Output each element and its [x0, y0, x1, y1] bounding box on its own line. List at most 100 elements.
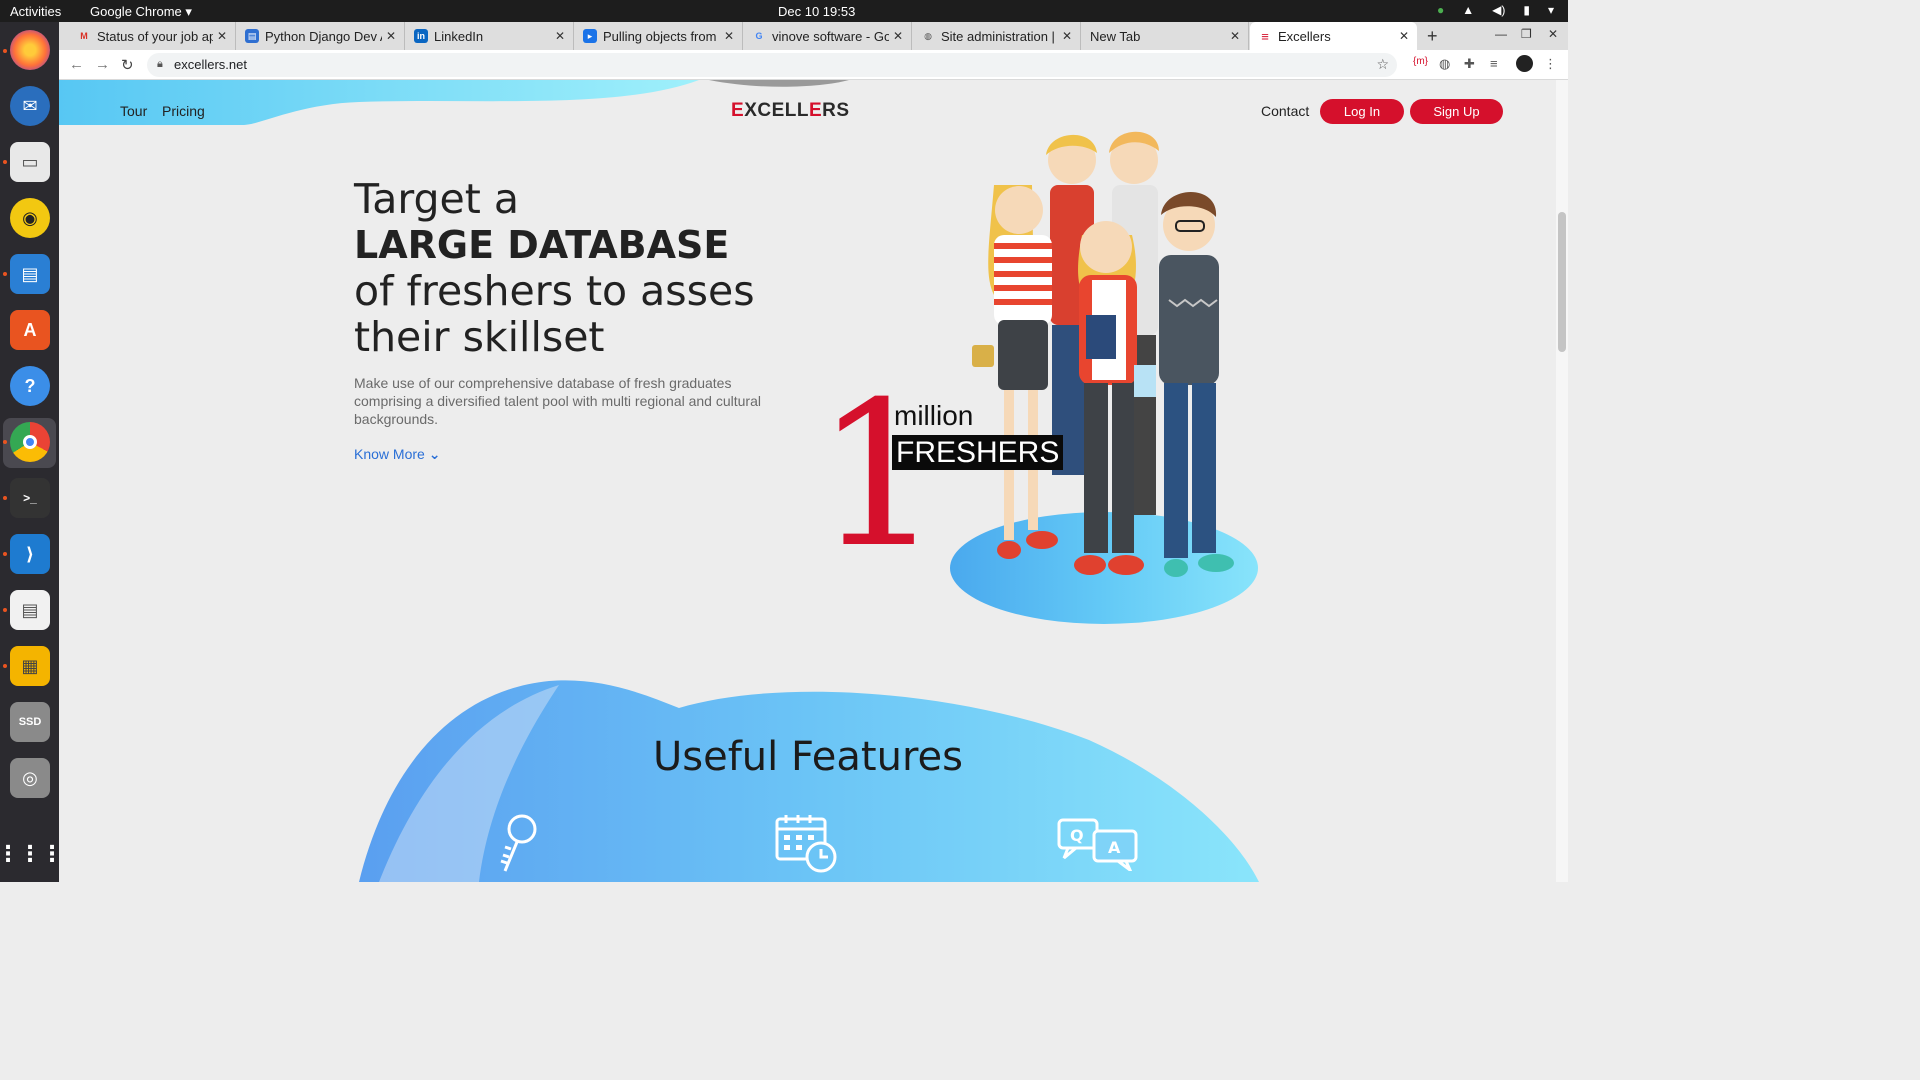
scrollbar-thumb[interactable] [1558, 212, 1566, 352]
qa-chat-icon: Q A [1057, 818, 1138, 871]
excellers-icon: ≡ [1261, 28, 1269, 44]
close-icon[interactable]: ✕ [551, 29, 569, 43]
ssd-drive-icon[interactable]: SSD [10, 702, 50, 742]
nav-tour[interactable]: Tour [120, 103, 147, 119]
app-menu[interactable]: Google Chrome ▾ [90, 4, 192, 20]
excellers-logo[interactable]: EXCELLERS [731, 100, 850, 122]
firefox-icon[interactable] [10, 30, 50, 70]
calendar-clock-icon [775, 815, 837, 873]
signup-button[interactable]: Sign Up [1410, 99, 1503, 124]
document-viewer-icon[interactable]: ▤ [10, 590, 50, 630]
page-scrollbar[interactable] [1556, 80, 1568, 882]
help-icon[interactable]: ? [10, 366, 50, 406]
disk-drive-icon[interactable]: ◎ [10, 758, 50, 798]
tab-title: Excellers [1278, 28, 1331, 44]
students-illustration [972, 131, 1234, 577]
tab-bar: M Status of your job ap ✕ ▤ Python Djang… [59, 22, 1568, 50]
tab-title: Status of your job ap [97, 28, 213, 44]
browser-toolbar: ← → ↻ 🔒︎ excellers.net ☆ {m} ◍ ✚ ≡ ⋮ [59, 50, 1568, 80]
tab-django[interactable]: ▤ Python Django Dev A ✕ [237, 22, 405, 50]
extension-icon[interactable]: ◍ [1439, 56, 1450, 72]
close-icon[interactable]: ✕ [1226, 29, 1244, 43]
menu-icon[interactable]: ⋮ [1544, 56, 1557, 72]
reload-icon[interactable]: ↻ [121, 56, 134, 74]
image-viewer-icon[interactable]: ▦ [10, 646, 50, 686]
close-icon[interactable]: ✕ [889, 29, 907, 43]
thunderbird-icon[interactable]: ✉ [10, 86, 50, 126]
extension-icon[interactable]: {m} [1413, 56, 1428, 67]
nav-pricing[interactable]: Pricing [162, 103, 205, 119]
back-icon[interactable]: ← [69, 56, 84, 73]
rhythmbox-icon[interactable]: ◉ [10, 198, 50, 238]
google-icon: G [755, 31, 763, 41]
url-text[interactable]: excellers.net [174, 57, 247, 72]
chrome-icon[interactable] [10, 422, 50, 462]
close-icon[interactable]: ✕ [1058, 29, 1076, 43]
puzzle-icon[interactable]: ✚ [1464, 56, 1475, 72]
nav-contact[interactable]: Contact [1261, 103, 1309, 119]
files-icon[interactable]: ▭ [10, 142, 50, 182]
battery-icon[interactable]: ▮ [1523, 3, 1530, 17]
page-content: Tour Pricing EXCELLERS Contact Log In Si… [59, 80, 1556, 882]
dock: ✉ ▭ ◉ ▤ A ? >_ ⟩ ▤ ▦ SSD ◎ ⋮⋮⋮ [0, 22, 63, 882]
bookmark-star-icon[interactable]: ☆ [1376, 56, 1389, 73]
hero-description: Make use of our comprehensive database o… [354, 375, 761, 427]
hero-line-1: Target a [354, 175, 520, 223]
close-window-icon[interactable]: ✕ [1548, 27, 1558, 41]
header-accent [709, 80, 849, 87]
close-icon[interactable]: ✕ [1395, 29, 1413, 43]
hero-line-4: their skillset [354, 313, 605, 361]
activities-button[interactable]: Activities [10, 4, 61, 19]
bookmark-icon: ▸ [583, 29, 597, 43]
svg-text:Q: Q [1070, 826, 1084, 845]
close-icon[interactable]: ✕ [720, 29, 738, 43]
tab-title: Site administration | [941, 28, 1055, 44]
tab-title: LinkedIn [434, 28, 484, 44]
tab-title: New Tab [1090, 28, 1141, 44]
minimize-icon[interactable]: — [1495, 27, 1507, 41]
volume-icon[interactable]: ◀) [1492, 3, 1505, 17]
forward-icon[interactable]: → [95, 56, 110, 73]
know-more-link[interactable]: Know More ⌄ [354, 446, 440, 463]
media-control-icon[interactable]: ≡ [1490, 56, 1498, 71]
system-tray[interactable]: ● ▲ ◀) ▮ ▾ [1437, 3, 1554, 17]
terminal-icon[interactable]: >_ [10, 478, 50, 518]
running-indicator [3, 496, 7, 500]
running-indicator [3, 608, 7, 612]
restore-icon[interactable]: ❐ [1521, 27, 1532, 41]
tab-site-admin[interactable]: ◍ Site administration | ✕ [913, 22, 1081, 50]
magnifier-icon [500, 814, 537, 872]
tab-linkedin[interactable]: in LinkedIn ✕ [406, 22, 574, 50]
tab-pulling-objects[interactable]: ▸ Pulling objects from ✕ [575, 22, 743, 50]
show-applications-icon[interactable]: ⋮⋮⋮ [0, 834, 63, 874]
network-icon[interactable]: ▲ [1462, 3, 1474, 17]
tab-title: Pulling objects from [603, 28, 717, 44]
running-indicator [3, 272, 7, 276]
running-indicator [3, 160, 7, 164]
vscode-icon[interactable]: ⟩ [10, 534, 50, 574]
address-bar[interactable]: 🔒︎ excellers.net ☆ [147, 53, 1397, 77]
tab-excellers[interactable]: ≡ Excellers ✕ [1250, 22, 1417, 50]
tab-gmail[interactable]: M Status of your job ap ✕ [69, 22, 236, 50]
running-indicator [3, 664, 7, 668]
tab-new-tab[interactable]: New Tab ✕ [1082, 22, 1249, 50]
software-center-icon[interactable]: A [10, 310, 50, 350]
tab-google-search[interactable]: G vinove software - Go ✕ [744, 22, 912, 50]
chevron-down-icon: ⌄ [428, 446, 441, 462]
writer-icon[interactable]: ▤ [10, 254, 50, 294]
tab-title: Python Django Dev A [265, 28, 382, 44]
hero-line-3: of freshers to asses [354, 267, 755, 315]
system-top-bar: Activities Google Chrome ▾ Dec 10 19:53 … [0, 0, 1568, 22]
close-icon[interactable]: ✕ [382, 29, 400, 43]
close-icon[interactable]: ✕ [213, 29, 231, 43]
login-button[interactable]: Log In [1320, 99, 1404, 124]
update-icon[interactable]: ● [1437, 3, 1444, 17]
new-tab-button[interactable]: + [1427, 26, 1438, 47]
student-left-girl [972, 185, 1058, 559]
linkedin-icon: in [414, 29, 428, 43]
profile-avatar[interactable] [1516, 55, 1533, 72]
running-indicator [3, 440, 7, 444]
lock-icon[interactable]: 🔒︎ [157, 58, 163, 71]
clock[interactable]: Dec 10 19:53 [778, 4, 855, 19]
power-menu-icon[interactable]: ▾ [1548, 3, 1554, 17]
